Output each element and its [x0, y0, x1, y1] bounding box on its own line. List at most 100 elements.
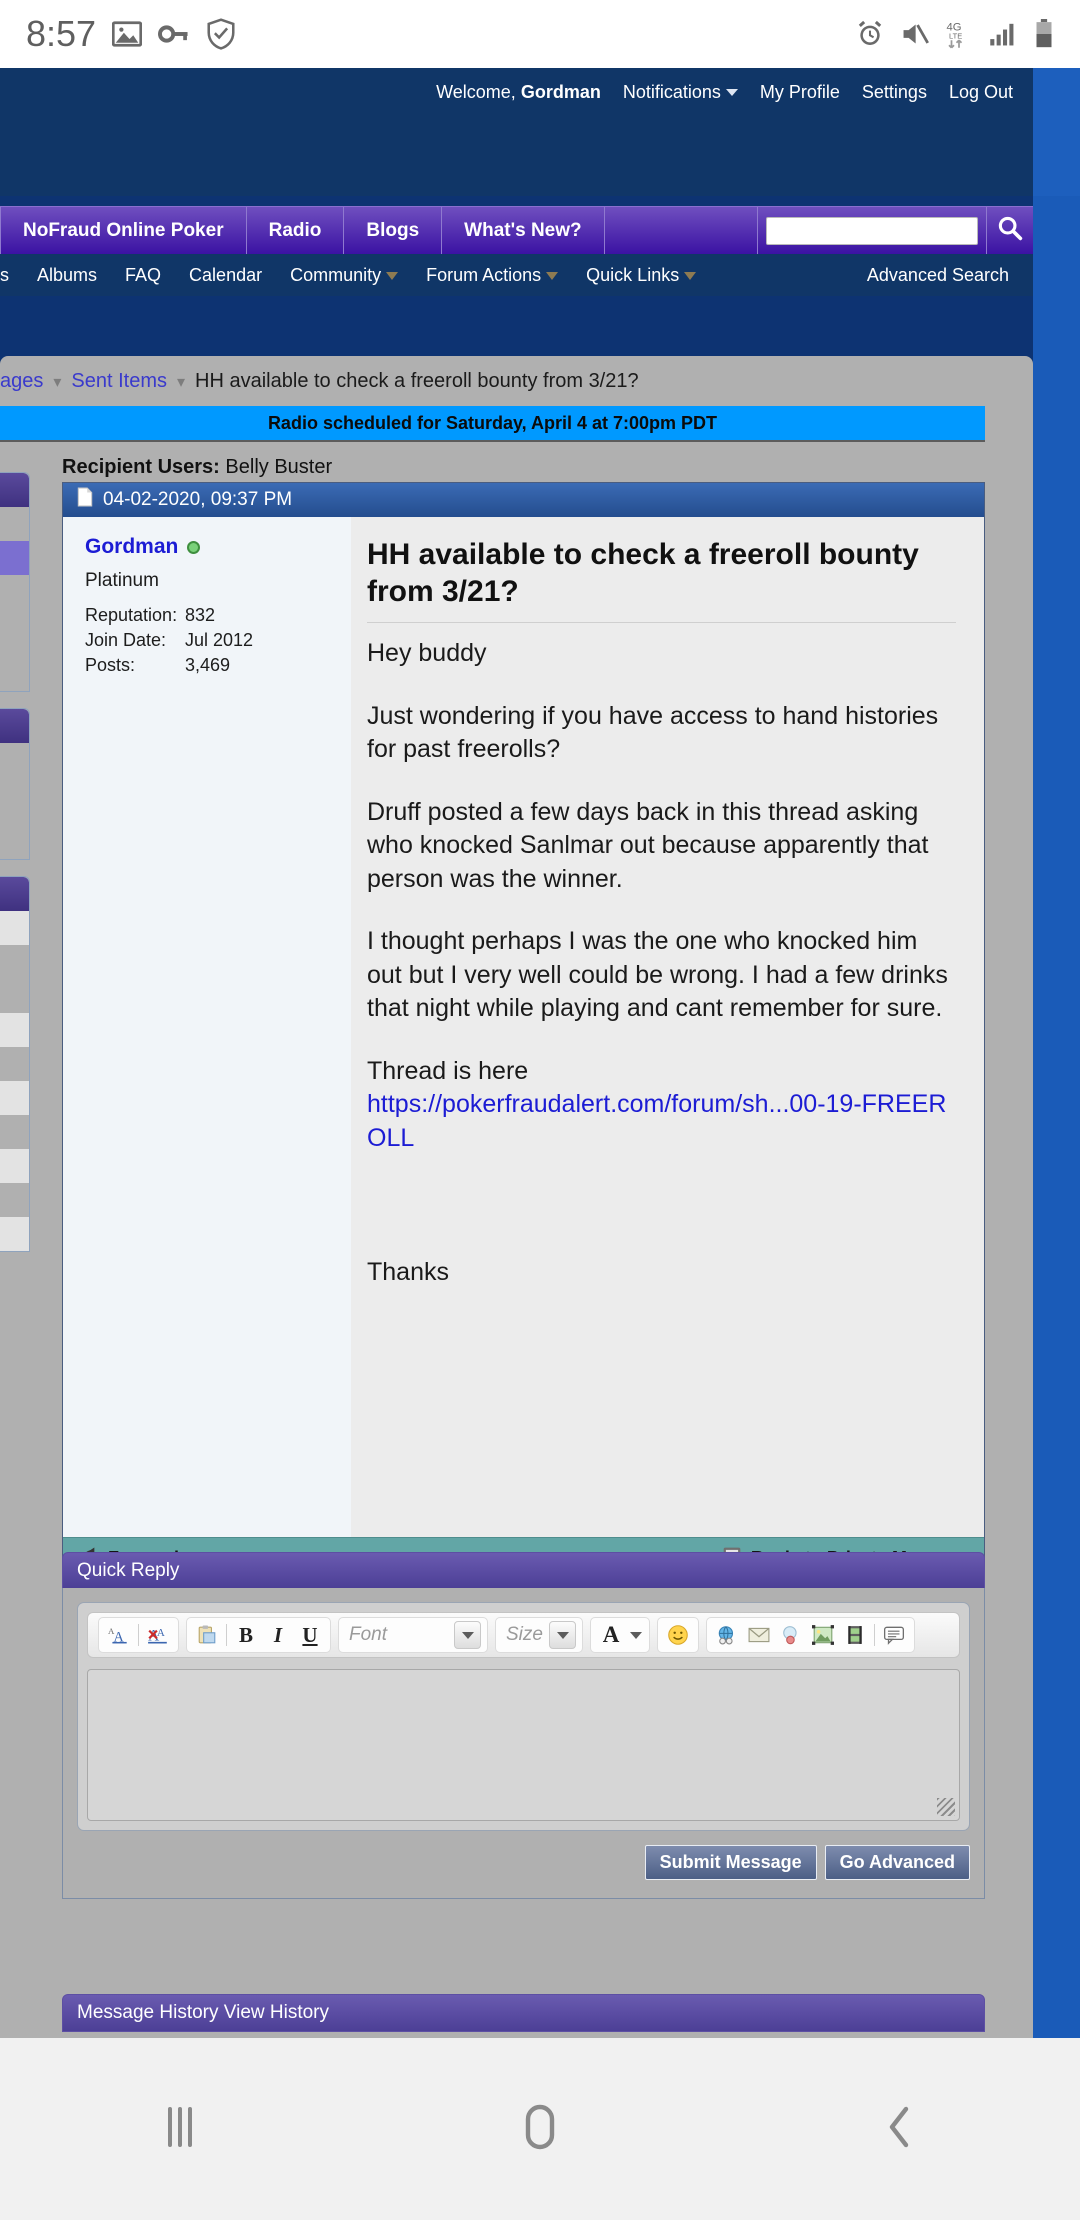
font-family-select[interactable]: Font: [338, 1617, 488, 1653]
nav-tab-nofraud-online-poker[interactable]: NoFraud Online Poker: [0, 207, 247, 254]
subnav-item-faq[interactable]: FAQ: [111, 265, 175, 286]
toolbar-divider: [874, 1624, 875, 1646]
sidebar-widget-2-body: [0, 743, 29, 859]
paste-icon[interactable]: [194, 1621, 220, 1649]
text-color-icon[interactable]: A: [598, 1621, 624, 1649]
list-item[interactable]: [0, 945, 29, 979]
toolbar-group-basic: B I U: [186, 1617, 331, 1653]
search-box[interactable]: [766, 216, 978, 245]
breadcrumb-separator-icon: ▾: [177, 373, 186, 391]
svg-text:A: A: [157, 1627, 165, 1639]
smilie-icon[interactable]: [665, 1621, 691, 1649]
list-item[interactable]: [0, 1081, 29, 1115]
my-profile-link[interactable]: My Profile: [760, 82, 840, 103]
list-item[interactable]: [0, 1149, 29, 1183]
list-item[interactable]: [0, 825, 29, 859]
battery-icon: [1034, 19, 1054, 49]
message-history-section[interactable]: Message History View History: [62, 1994, 985, 2032]
back-button[interactable]: [720, 2101, 1080, 2158]
home-button[interactable]: [360, 2101, 720, 2158]
insert-link-icon[interactable]: [714, 1621, 740, 1649]
list-item[interactable]: [0, 1047, 29, 1081]
chevron-down-icon: [454, 1621, 481, 1649]
author-name[interactable]: Gordman: [85, 535, 351, 559]
list-item[interactable]: [0, 979, 29, 1013]
list-item[interactable]: [0, 791, 29, 825]
settings-link[interactable]: Settings: [862, 82, 927, 103]
subnav-item-quick-links[interactable]: Quick Links: [572, 265, 710, 286]
svg-text:LTE: LTE: [949, 31, 962, 40]
breadcrumb: ages ▾ Sent Items ▾ HH available to chec…: [0, 370, 639, 393]
list-item[interactable]: [0, 589, 29, 623]
message-paragraph: Druff posted a few days back in this thr…: [367, 797, 929, 893]
welcome-text: Welcome, Gordman: [436, 81, 601, 102]
insert-quote-icon[interactable]: [881, 1621, 907, 1649]
sidebar-widget-3[interactable]: [0, 876, 30, 1252]
recents-button[interactable]: [0, 2101, 360, 2158]
search-submit-button[interactable]: [987, 207, 1033, 254]
page-right-gutter: [1033, 68, 1080, 2038]
subnav-item-community[interactable]: Community: [276, 265, 412, 286]
subnav-item-albums[interactable]: Albums: [23, 265, 111, 286]
reply-textarea[interactable]: [87, 1669, 960, 1821]
list-item[interactable]: [0, 541, 29, 575]
insert-email-icon[interactable]: [746, 1621, 772, 1649]
advanced-search-link[interactable]: Advanced Search: [867, 265, 1033, 286]
insert-image-icon[interactable]: [810, 1621, 836, 1649]
status-bar-right: 4G LTE: [856, 19, 1054, 49]
toolbar-group-formatting-remove: AA AA: [98, 1617, 179, 1653]
message-body: Gordman Platinum Reputation: 832 Join Da…: [63, 517, 984, 1537]
private-message-card: 04-02-2020, 09:37 PM Gordman Platinum Re…: [62, 482, 985, 1580]
notifications-menu[interactable]: Notifications: [623, 82, 738, 103]
image-icon: [112, 21, 143, 47]
home-icon: [516, 2101, 564, 2158]
go-advanced-button[interactable]: Go Advanced: [824, 1845, 970, 1880]
sidebar-widget-2[interactable]: [0, 708, 30, 860]
chevron-down-icon: [684, 271, 697, 280]
list-item[interactable]: [0, 743, 29, 777]
nav-tab-whats-new[interactable]: What's New?: [442, 207, 605, 254]
underline-icon[interactable]: U: [297, 1621, 323, 1649]
list-item[interactable]: [0, 623, 29, 657]
announcement-banner: Radio scheduled for Saturday, April 4 at…: [0, 406, 985, 442]
list-item[interactable]: [0, 507, 29, 541]
breadcrumb-item-sent-items[interactable]: Sent Items: [71, 370, 167, 393]
list-item[interactable]: [0, 1013, 29, 1047]
android-status-bar: 8:57 4G LTE: [0, 0, 1080, 68]
italic-icon[interactable]: I: [265, 1621, 291, 1649]
message-content: HH available to check a freeroll bounty …: [351, 517, 984, 1537]
subnav-item-clipped[interactable]: s: [0, 265, 23, 286]
signal-icon: [989, 21, 1017, 47]
list-item[interactable]: [0, 911, 29, 945]
status-time: 8:57: [26, 13, 97, 54]
subnav-item-forum-actions[interactable]: Forum Actions: [412, 265, 572, 286]
recipient-users-value: Belly Buster: [225, 456, 333, 478]
list-item[interactable]: [0, 1217, 29, 1251]
list-item[interactable]: [0, 1183, 29, 1217]
resize-handle[interactable]: [937, 1798, 955, 1816]
log-out-link[interactable]: Log Out: [949, 82, 1013, 103]
bold-icon[interactable]: B: [233, 1621, 259, 1649]
message-text: Hey buddy Just wondering if you have acc…: [367, 623, 956, 1290]
list-item[interactable]: [0, 1115, 29, 1149]
stat-row-join-date: Join Date: Jul 2012: [85, 630, 254, 650]
remove-formatting-icon[interactable]: AA: [106, 1621, 132, 1649]
breadcrumb-item-messages[interactable]: ages: [0, 370, 43, 393]
list-item[interactable]: [0, 657, 29, 691]
remove-text-color-icon[interactable]: AA: [145, 1621, 171, 1649]
thread-link[interactable]: https://pokerfraudalert.com/forum/sh...0…: [367, 1090, 946, 1152]
remove-link-icon[interactable]: [778, 1621, 804, 1649]
author-stats: Reputation: 832 Join Date: Jul 2012 Post…: [85, 605, 351, 676]
nav-tab-radio[interactable]: Radio: [247, 207, 345, 254]
insert-video-icon[interactable]: [842, 1621, 868, 1649]
welcome-username[interactable]: Gordman: [521, 82, 601, 102]
search-input[interactable]: [767, 217, 977, 244]
stat-row-posts: Posts: 3,469: [85, 655, 231, 675]
nav-tab-blogs[interactable]: Blogs: [344, 207, 443, 254]
sidebar-widget-1[interactable]: [0, 472, 30, 692]
author-rank: Platinum: [85, 570, 159, 591]
submit-message-button[interactable]: Submit Message: [644, 1845, 817, 1880]
subnav-item-calendar[interactable]: Calendar: [175, 265, 276, 286]
chevron-down-icon: [546, 271, 559, 280]
font-size-select[interactable]: Size: [495, 1617, 583, 1653]
